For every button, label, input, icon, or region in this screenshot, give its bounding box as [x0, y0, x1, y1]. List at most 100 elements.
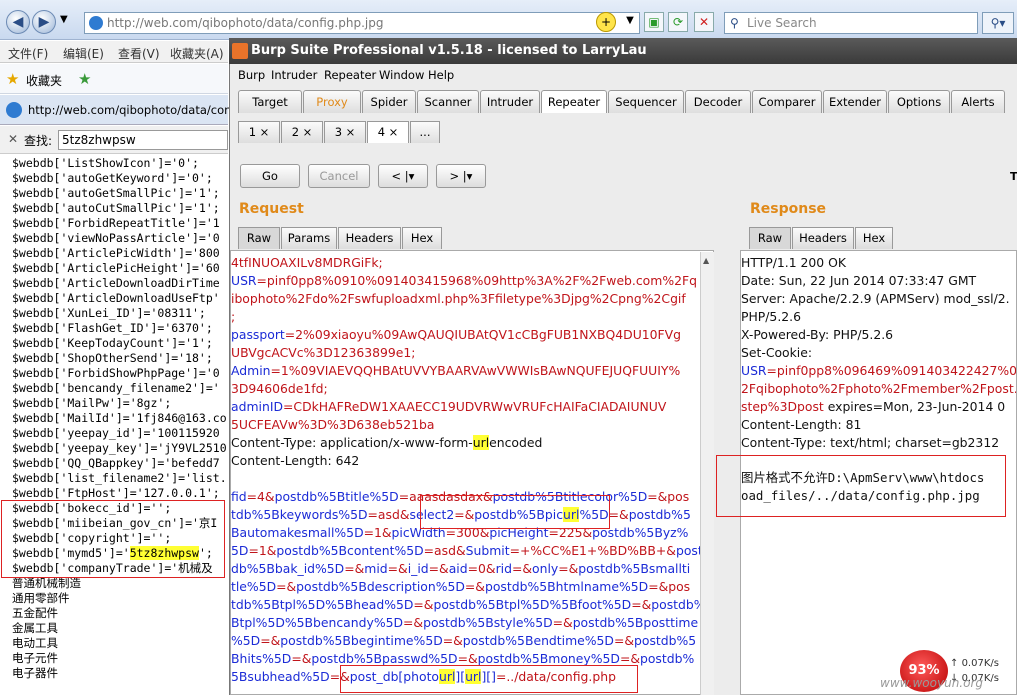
tab-proxy[interactable]: Proxy: [303, 90, 361, 113]
burp-menu-intruder[interactable]: Intruder: [271, 68, 317, 82]
req-tab-hex[interactable]: Hex: [402, 227, 442, 249]
text-segment: tdb%5Btpl%5D%5Bhead%5D: [231, 597, 414, 612]
text-segment: postdb%5Bmoney%5D: [477, 651, 620, 666]
refresh-icon[interactable]: ⟳: [668, 12, 688, 32]
burp-menu-help[interactable]: Help: [428, 68, 454, 82]
forward-history-button[interactable]: > |▾: [436, 164, 486, 188]
text-segment: =1%09VIAEVQQHBAtUVVYBAARVAwVWWIsBAwNQUFE…: [270, 363, 681, 378]
close-find-icon[interactable]: ✕: [8, 132, 18, 146]
add-favorite-icon[interactable]: ★: [78, 70, 91, 88]
text-segment: =&: [413, 597, 434, 612]
tab-sequencer[interactable]: Sequencer: [608, 90, 684, 113]
text-line: USR=pinf0pp8%096469%091403422427%09: [741, 362, 1016, 380]
text-segment: =&: [558, 561, 579, 576]
repeater-tab-5[interactable]: ...: [410, 121, 440, 143]
request-scrollbar[interactable]: ▲: [700, 252, 714, 695]
tab-url: http://web.com/qibophoto/data/config.p: [28, 103, 257, 117]
text-segment: Server: Apache/2.2.9 (APMServ) mod_ssl/2…: [741, 291, 1010, 306]
ie-tab[interactable]: http://web.com/qibophoto/data/config.p: [0, 95, 257, 125]
tab-repeater[interactable]: Repeater: [541, 90, 607, 113]
text-segment: tdb%5Bkeywords%5D: [231, 507, 368, 522]
req-tab-raw[interactable]: Raw: [238, 227, 280, 249]
burp-menu-window[interactable]: Window: [379, 68, 424, 82]
tab-options[interactable]: Options: [888, 90, 950, 113]
cancel-button[interactable]: Cancel: [308, 164, 370, 188]
text-segment: postdb%: [639, 651, 695, 666]
tab-alerts[interactable]: Alerts: [951, 90, 1005, 113]
text-segment: HTTP/1.1 200 OK: [741, 255, 846, 270]
tab-decoder[interactable]: Decoder: [685, 90, 751, 113]
tab-target[interactable]: Target: [238, 90, 302, 113]
text-segment: Content-Length: 642: [231, 453, 360, 468]
text-line: tdb%5Btpl%5D%5Bhead%5D=&postdb%5Btpl%5D%…: [231, 596, 713, 614]
tab-intruder[interactable]: Intruder: [480, 90, 540, 113]
favorites-button[interactable]: 收藏夹: [26, 72, 62, 89]
menu-edit[interactable]: 编辑(E): [63, 45, 104, 62]
highlight-box: [1, 500, 225, 578]
text-line: 2Fqibophoto%2Fphoto%2Fmember%2Fpost.p: [741, 380, 1016, 398]
text-line: 5D=1&postdb%5Bcontent%5D=asd&Submit=+%CC…: [231, 542, 703, 560]
repeater-tab-1[interactable]: 1 ×: [238, 121, 280, 143]
code-line: $webdb['ListShowIcon']='0';: [12, 156, 199, 170]
text-segment: only: [532, 561, 559, 576]
watermark: www.wooyun.org: [880, 676, 984, 690]
address-dropdown-icon[interactable]: ▼: [620, 12, 640, 32]
tab-comparer[interactable]: Comparer: [752, 90, 822, 113]
text-segment: 5Bsubhead%5D: [231, 669, 330, 684]
code-line: $webdb['ShopOtherSend']='18';: [12, 351, 213, 365]
text-segment: =&pos: [647, 489, 690, 504]
back-history-button[interactable]: < |▾: [378, 164, 428, 188]
code-line: 电动工具: [12, 636, 58, 650]
text-segment: ;: [231, 309, 236, 324]
menu-view[interactable]: 查看(V): [118, 45, 160, 62]
code-line: $webdb['ArticleDownloadDirTime: [12, 276, 220, 290]
text-segment: 5D: [231, 543, 249, 558]
text-segment: =asd&: [367, 507, 410, 522]
request-editor[interactable]: 4tfINUOAXILv8MDRGiFk; USR=pinf0pp8%0910%0…: [230, 250, 714, 695]
text-segment: postdb%5Bendtime%5D: [462, 633, 614, 648]
text-segment: post: [675, 543, 703, 558]
text-segment: =&: [552, 615, 573, 630]
resp-tab-hex[interactable]: Hex: [855, 227, 893, 249]
address-url: http://web.com/qibophoto/data/config.php…: [107, 16, 384, 30]
stop-icon[interactable]: ✕: [694, 12, 714, 32]
tab-scanner[interactable]: Scanner: [417, 90, 479, 113]
ie-menubar: 文件(F) 编辑(E) 查看(V) 收藏夹(A): [0, 41, 228, 63]
address-bar[interactable]: http://web.com/qibophoto/data/config.php…: [84, 12, 640, 34]
text-segment: postdb%5Bsmallti: [578, 561, 691, 576]
response-heading: Response: [750, 201, 827, 217]
tab-spider[interactable]: Spider: [362, 90, 416, 113]
back-icon[interactable]: ◀: [6, 10, 30, 34]
text-segment: url: [472, 435, 490, 450]
text-segment: Date: Sun, 22 Jun 2014 07:33:47 GMT: [741, 273, 977, 288]
text-segment: postdb%5Bstyle%5D: [423, 615, 553, 630]
tab-extender[interactable]: Extender: [823, 90, 887, 113]
text-segment: postdb%5Bdescription%5D: [296, 579, 465, 594]
menu-favorites[interactable]: 收藏夹(A): [170, 45, 224, 62]
repeater-tab-3[interactable]: 3 ×: [324, 121, 366, 143]
text-line: 5UCFEAVw%3D%3D638eb521ba: [231, 416, 435, 434]
resp-tab-headers[interactable]: Headers: [792, 227, 854, 249]
repeater-tab-2[interactable]: 2 ×: [281, 121, 323, 143]
rss-icon[interactable]: ▣: [644, 12, 664, 32]
config-source-view: $webdb['ListShowIcon']='0'; $webdb['autoG…: [0, 155, 228, 695]
req-tab-headers[interactable]: Headers: [338, 227, 401, 249]
history-dropdown-icon[interactable]: ▼: [60, 14, 68, 25]
text-segment: =&pos: [648, 579, 691, 594]
menu-file[interactable]: 文件(F): [8, 45, 48, 62]
resp-tab-raw[interactable]: Raw: [749, 227, 791, 249]
burp-menu-repeater[interactable]: Repeater: [324, 68, 376, 82]
go-button[interactable]: Go: [240, 164, 300, 188]
find-input[interactable]: 5tz8zhwpsw: [58, 130, 228, 150]
repeater-tab-4[interactable]: 4 ×: [367, 121, 409, 143]
forward-icon[interactable]: ▶: [32, 10, 56, 34]
text-line: %5D=&postdb%5Bbegintime%5D=&postdb%5Bend…: [231, 632, 696, 650]
burp-menu-burp[interactable]: Burp: [238, 68, 265, 82]
code-line: $webdb['ArticleDownloadUseFtp': [12, 291, 220, 305]
text-segment: Bautomakesmall%5D: [231, 525, 364, 540]
req-tab-params[interactable]: Params: [281, 227, 337, 249]
compat-icon[interactable]: +: [596, 12, 616, 32]
search-icon: ⚲: [730, 16, 739, 30]
live-search-input[interactable]: ⚲ Live Search: [724, 12, 978, 34]
search-button[interactable]: ⚲▾: [982, 12, 1014, 34]
